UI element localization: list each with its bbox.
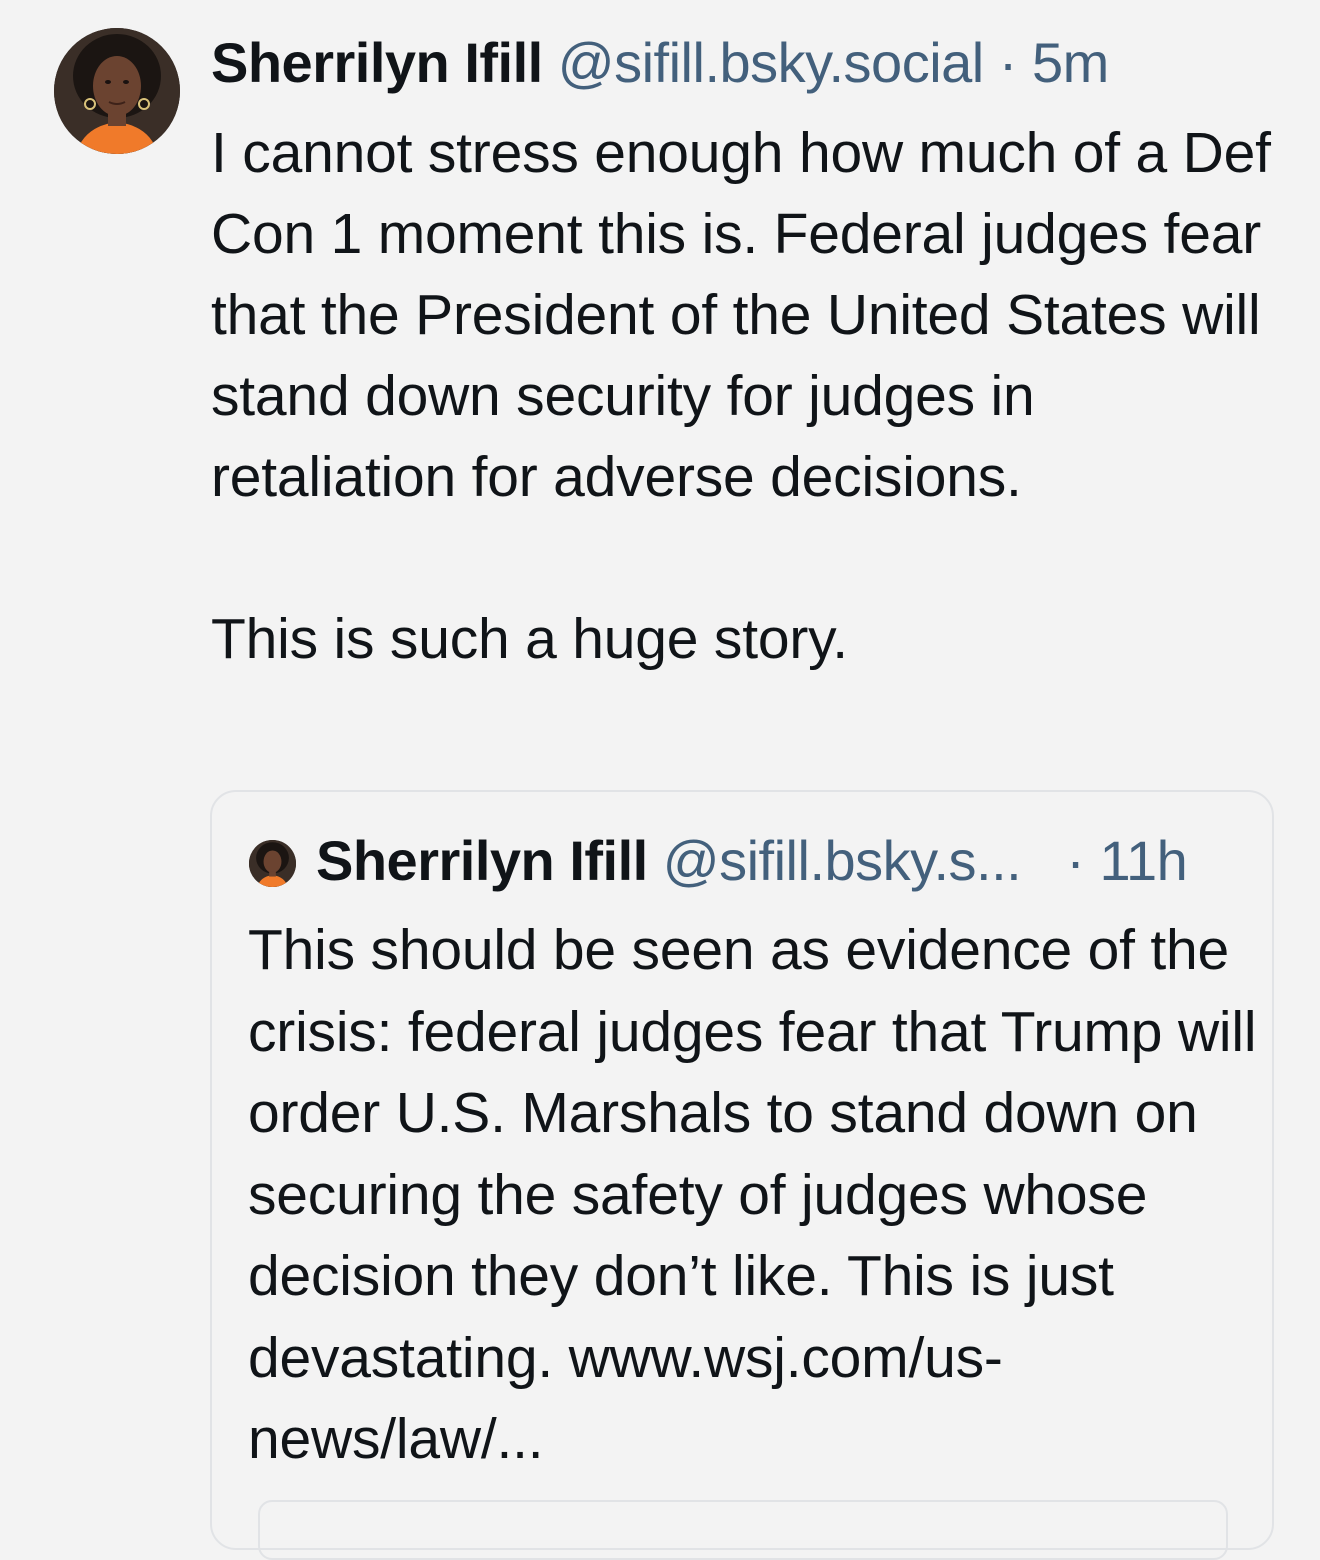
post-header: Sherrilyn Ifill @sifill.bsky.social · 5m — [211, 28, 1109, 98]
quoted-author-avatar — [249, 840, 296, 887]
post-text: I cannot stress enough how much of a Def… — [211, 121, 1271, 671]
author-name[interactable]: Sherrilyn Ifill — [211, 31, 543, 94]
avatar-portrait-icon — [54, 28, 180, 154]
quoted-post-card[interactable]: Sherrilyn Ifill @sifill.bsky.s... · 11h … — [210, 790, 1274, 1560]
quoted-post-header: Sherrilyn Ifill @sifill.bsky.s... · 11h — [316, 826, 1188, 896]
meta-separator: · — [998, 31, 1018, 94]
post-timestamp[interactable]: 5m — [1032, 31, 1109, 94]
author-handle[interactable]: @sifill.bsky.social — [558, 31, 984, 94]
link-preview-card[interactable] — [258, 1500, 1228, 1560]
author-avatar[interactable] — [54, 28, 180, 154]
quoted-avatar-portrait-icon — [249, 840, 296, 887]
quoted-post-text: This should be seen as evidence of the c… — [248, 918, 1257, 1471]
post[interactable]: Sherrilyn Ifill @sifill.bsky.social · 5m… — [0, 0, 1320, 1560]
quoted-post-timestamp: 11h — [1099, 829, 1188, 892]
quoted-meta-separator: · — [1066, 829, 1085, 892]
quoted-author-name: Sherrilyn Ifill — [316, 829, 648, 892]
quoted-author-handle: @sifill.bsky.s... — [662, 829, 1022, 892]
